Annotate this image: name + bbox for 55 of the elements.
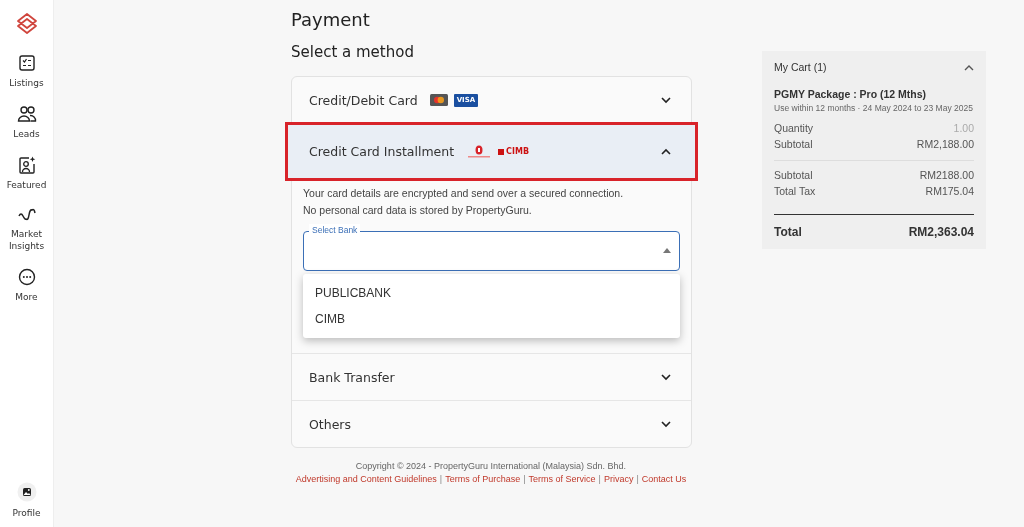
footer-link[interactable]: Terms of Service: [528, 473, 596, 486]
chevron-icon[interactable]: [661, 96, 671, 104]
row-label: Quantity: [774, 122, 814, 134]
nav-label[interactable]: Market Insights: [1, 228, 52, 252]
footer-link[interactable]: Privacy: [603, 473, 634, 486]
accordion-header[interactable]: Credit Card Installment CIMB: [287, 124, 696, 179]
nav-label[interactable]: Listings: [1, 77, 52, 89]
package-name: PGMY Package : Pro (12 Mths): [774, 88, 928, 100]
more-icon[interactable]: [17, 268, 36, 286]
bank-logo: CIMB: [498, 146, 529, 157]
bank-logo-icon: [466, 144, 493, 159]
copyright-text: Copyright © 2024 - PropertyGuru International (Malaysia) Sdn. Bhd.: [355, 460, 627, 473]
separator-text: |: [439, 473, 443, 486]
chevron-icon[interactable]: [661, 420, 671, 428]
row-label: Total Tax: [774, 185, 816, 197]
caret-icon[interactable]: [663, 248, 671, 253]
dropdown-option[interactable]: PUBLICBANK: [303, 280, 680, 306]
accordion-header[interactable]: Others: [292, 401, 691, 447]
separator-text: |: [523, 473, 526, 486]
nav-label[interactable]: More: [1, 291, 52, 303]
validity-text: Use within 12 months · 24 May 2024 to 23 May 2025: [774, 103, 974, 114]
row-value: 1.00: [953, 122, 974, 134]
cart-title: My Cart (1): [774, 61, 827, 73]
people-icon[interactable]: [16, 105, 37, 123]
row-value: RM175.04: [925, 185, 974, 197]
footer-link[interactable]: Contact Us: [641, 473, 687, 486]
section-title: Select a method: [291, 42, 415, 63]
nav-label[interactable]: Leads: [1, 128, 52, 140]
person-sparkle-icon[interactable]: [17, 156, 36, 174]
avatar-icon[interactable]: [16, 482, 37, 502]
nav-label[interactable]: Profile: [1, 507, 52, 519]
total-label: Total: [774, 225, 802, 239]
select-field[interactable]: Select Bank: [303, 224, 680, 271]
separator-text: |: [636, 473, 639, 486]
row-label: Subtotal: [774, 169, 813, 181]
accordion-header[interactable]: Bank Transfer: [292, 354, 691, 400]
info-text: No personal card data is stored by PropertyGuru.: [303, 203, 533, 218]
wave-icon[interactable]: [17, 207, 36, 223]
footer-link[interactable]: Advertising and Content Guidelines: [295, 473, 437, 486]
total-value: RM2,363.04: [908, 225, 974, 239]
info-text: Your card details are encrypted and send over a secured connection.: [303, 186, 625, 201]
card-logo-icon: [429, 94, 448, 106]
checklist-icon[interactable]: [17, 54, 36, 72]
row-label: Subtotal: [774, 138, 813, 150]
dropdown-option[interactable]: CIMB: [303, 306, 680, 332]
row-value: RM2,188.00: [916, 138, 974, 150]
logo-icon[interactable]: [14, 11, 39, 35]
chevron-icon[interactable]: [964, 63, 974, 71]
footer-link[interactable]: Terms of Purchase: [445, 473, 521, 486]
chevron-icon[interactable]: [661, 148, 671, 155]
nav-label[interactable]: Featured: [1, 179, 52, 191]
row-value: RM2188.00: [919, 169, 974, 181]
chevron-icon[interactable]: [661, 373, 671, 381]
page-title: Payment: [291, 8, 371, 32]
separator-text: |: [598, 473, 601, 486]
